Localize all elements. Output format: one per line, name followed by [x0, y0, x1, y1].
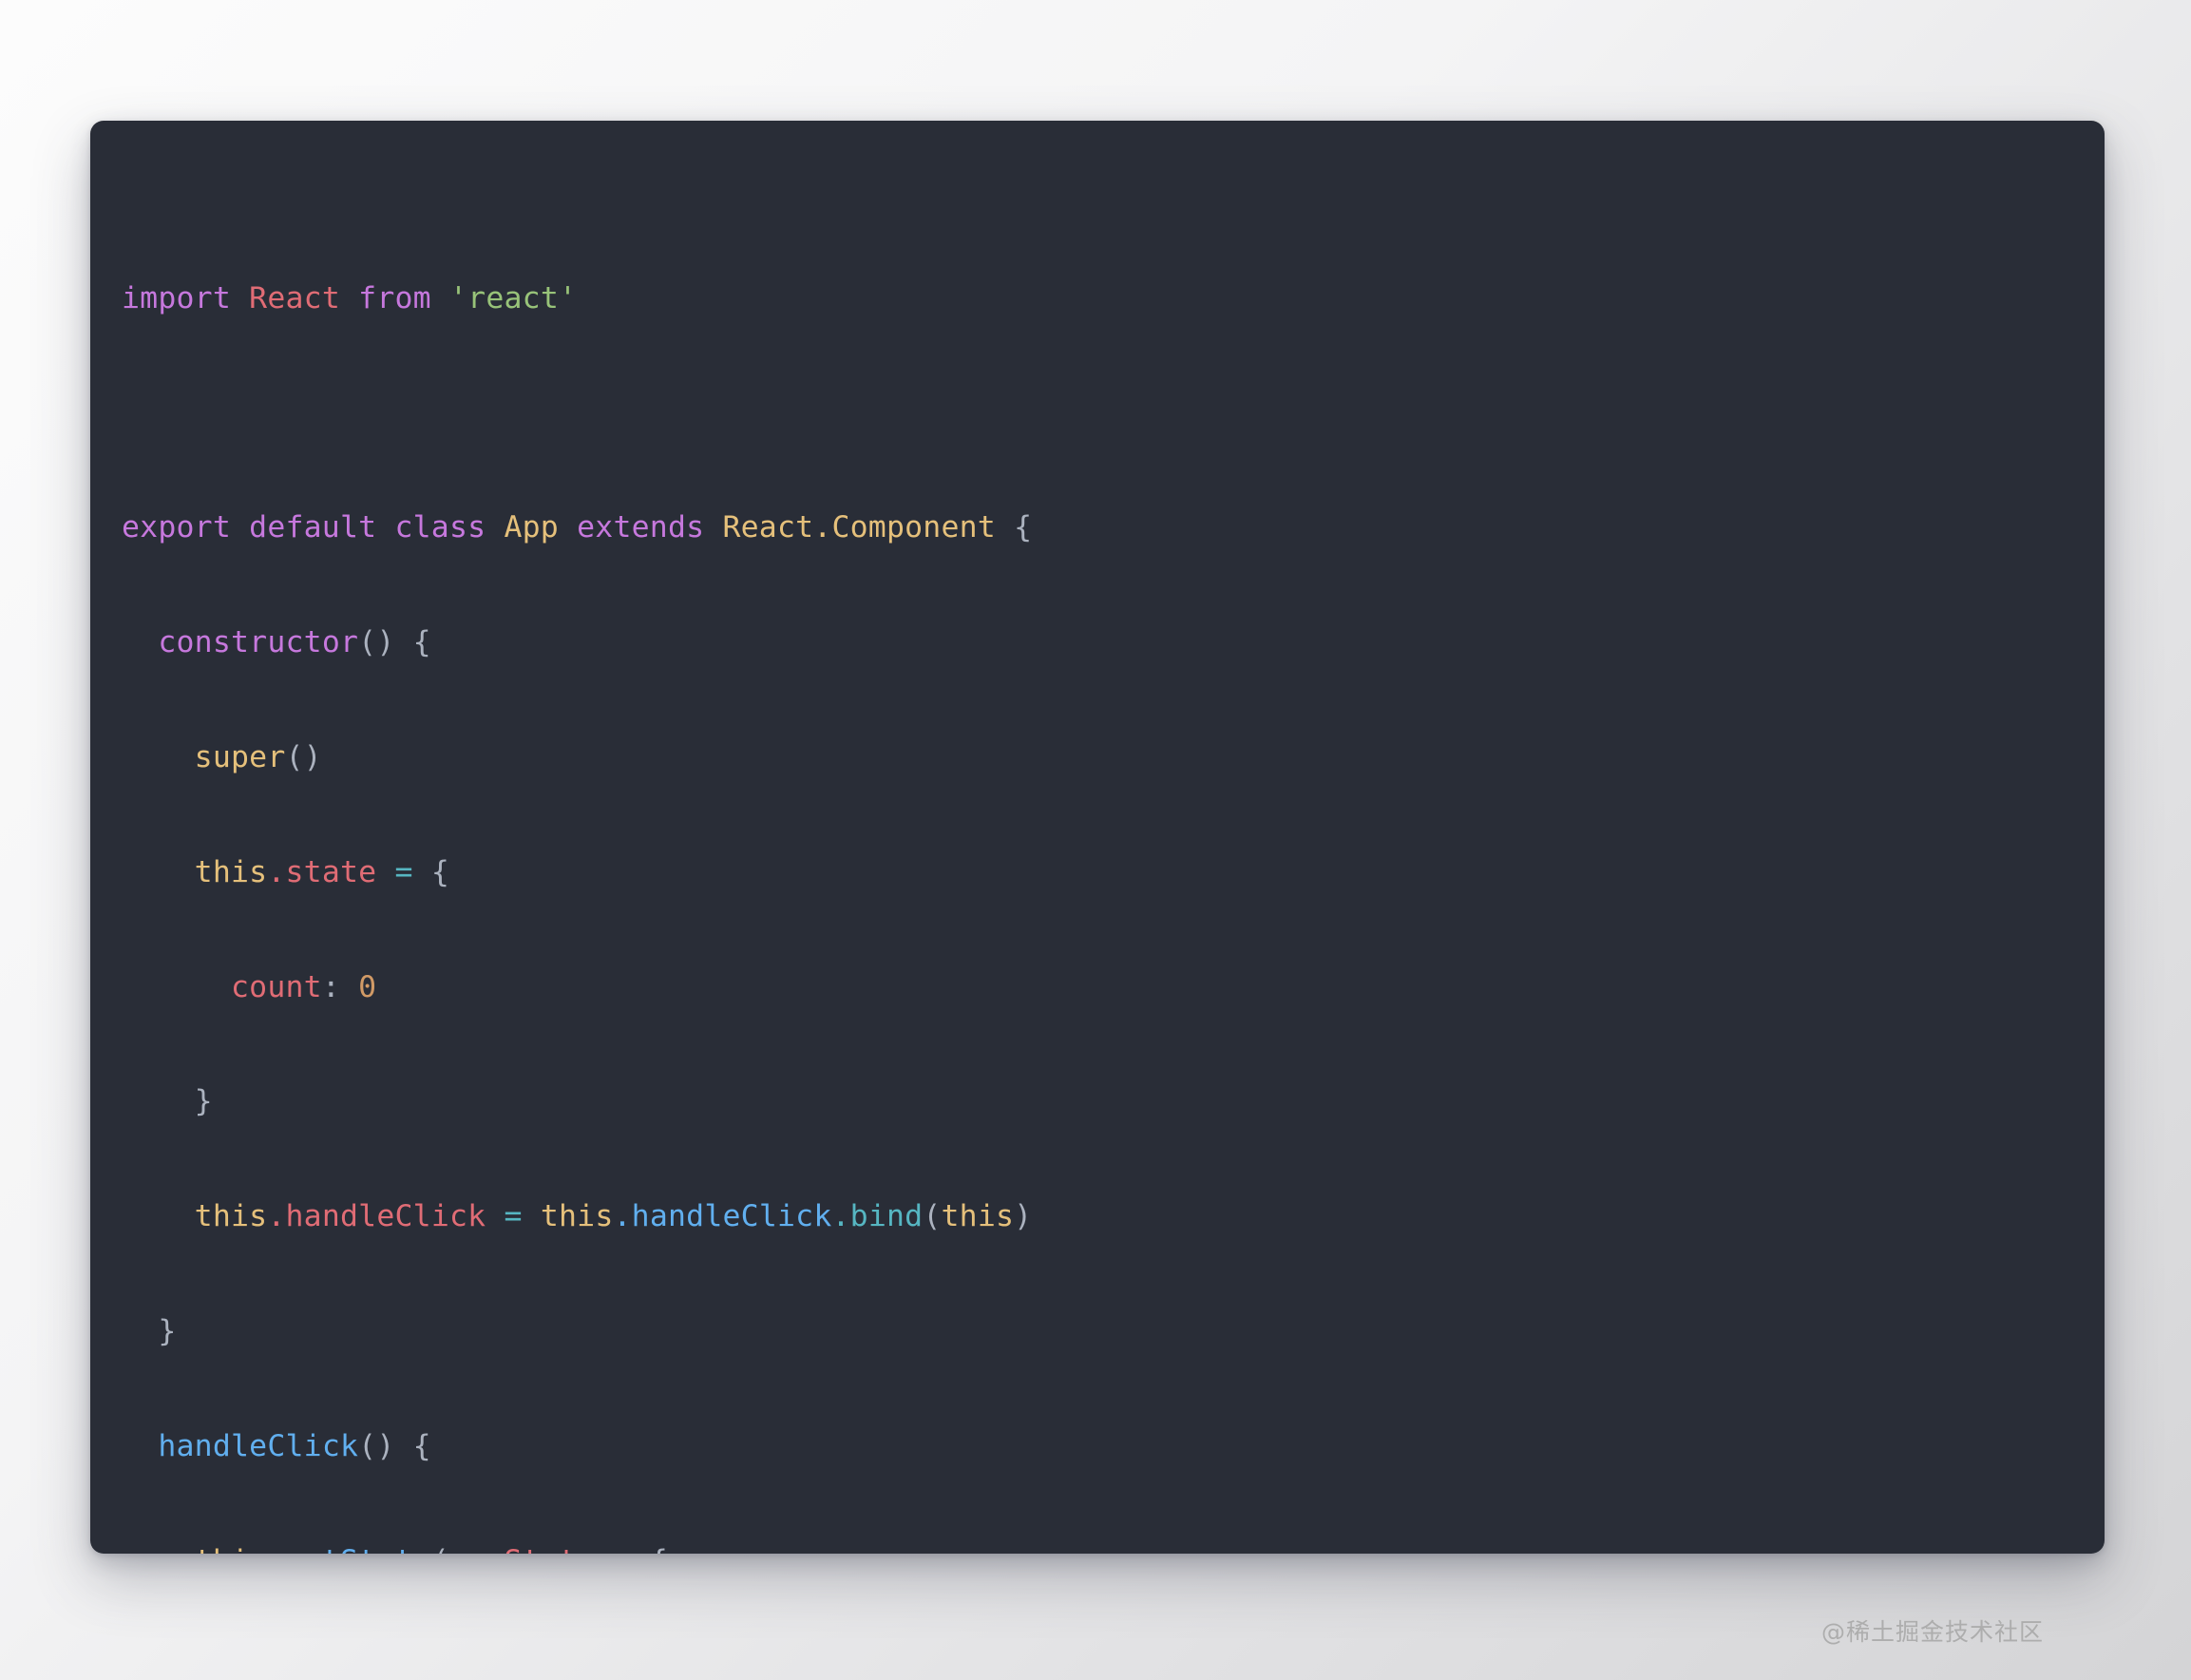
code-line: this.setState(preState ⇒ {	[122, 1533, 2067, 1554]
code-line: export default class App extends React.C…	[122, 510, 1033, 545]
arrow-function-ligature: ⇒	[614, 1544, 632, 1554]
code-line: }	[194, 1084, 213, 1119]
code-line: constructor() {	[158, 625, 431, 660]
code-editor-content[interactable]: import React from 'react' export default…	[122, 155, 2067, 1554]
code-line: this.state = {	[194, 854, 450, 889]
code-line: this.handleClick = this.handleClick.bind…	[194, 1199, 1033, 1234]
code-line: count: 0	[231, 969, 377, 1004]
code-line: super()	[194, 740, 322, 774]
screen: import React from 'react' export default…	[0, 0, 2191, 1680]
watermark-text: @稀土掘金技术社区	[1820, 1618, 2044, 1646]
code-line: import React from 'react'	[122, 280, 578, 315]
code-line: handleClick() {	[158, 1428, 431, 1463]
code-snippet-card: import React from 'react' export default…	[90, 121, 2105, 1554]
code-line: }	[158, 1313, 177, 1348]
